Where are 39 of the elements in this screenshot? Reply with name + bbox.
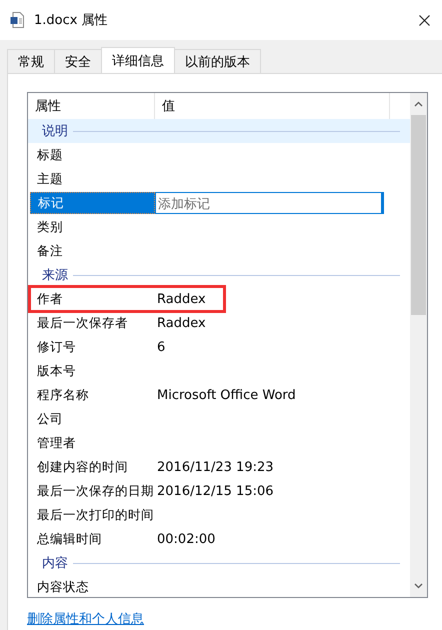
property-value: 6	[156, 340, 166, 354]
property-name[interactable]: 总编辑时间	[30, 528, 155, 550]
property-value: 2016/11/23 19:23	[156, 460, 274, 474]
property-name[interactable]: 标题	[30, 144, 155, 166]
tab[interactable]: 常规	[7, 49, 55, 73]
property-name[interactable]: 程序名称	[30, 384, 155, 406]
property-name[interactable]: 修订号	[30, 336, 155, 358]
property-name[interactable]: 内容状态	[30, 576, 155, 597]
property-value: 2016/12/15 15:06	[156, 484, 274, 498]
property-name[interactable]: 备注	[30, 240, 155, 262]
property-value: 00:02:00	[156, 532, 216, 546]
property-value: Raddex	[156, 316, 206, 330]
property-name[interactable]: 创建内容的时间	[30, 456, 155, 478]
tag-input-field[interactable]: 添加标记	[155, 192, 384, 214]
close-icon[interactable]	[419, 14, 430, 26]
property-name[interactable]: 公司	[30, 408, 155, 430]
property-name[interactable]: 管理者	[30, 432, 155, 454]
property-name[interactable]: 主题	[30, 168, 155, 190]
property-name[interactable]: 最后一次保存者	[30, 312, 155, 334]
group-header[interactable]: 说明	[28, 119, 410, 143]
property-name[interactable]: 版本号	[30, 360, 155, 382]
property-name[interactable]: 最后一次打印的时间	[30, 504, 155, 526]
property-name[interactable]: 作者	[30, 288, 155, 310]
window-title: 1.docx 属性	[34, 12, 109, 29]
property-name[interactable]: 最后一次保存的日期	[30, 480, 155, 502]
property-name[interactable]: 类别	[30, 216, 155, 238]
scrollbar-thumb[interactable]	[411, 115, 426, 315]
scrollbar[interactable]	[410, 93, 427, 597]
word-document-icon	[10, 12, 24, 28]
remove-properties-link[interactable]: 删除属性和个人信息	[27, 610, 144, 628]
group-header[interactable]: 来源	[28, 263, 410, 287]
scroll-down-icon[interactable]	[414, 583, 423, 589]
property-value: Microsoft Office Word	[156, 388, 296, 402]
group-header[interactable]: 内容	[28, 551, 410, 575]
property-name[interactable]: 标记	[30, 192, 155, 214]
tab[interactable]: 以前的版本	[174, 49, 261, 73]
property-value: Raddex	[156, 292, 206, 306]
scroll-up-icon[interactable]	[414, 101, 423, 107]
tab[interactable]: 详细信息	[101, 47, 175, 73]
